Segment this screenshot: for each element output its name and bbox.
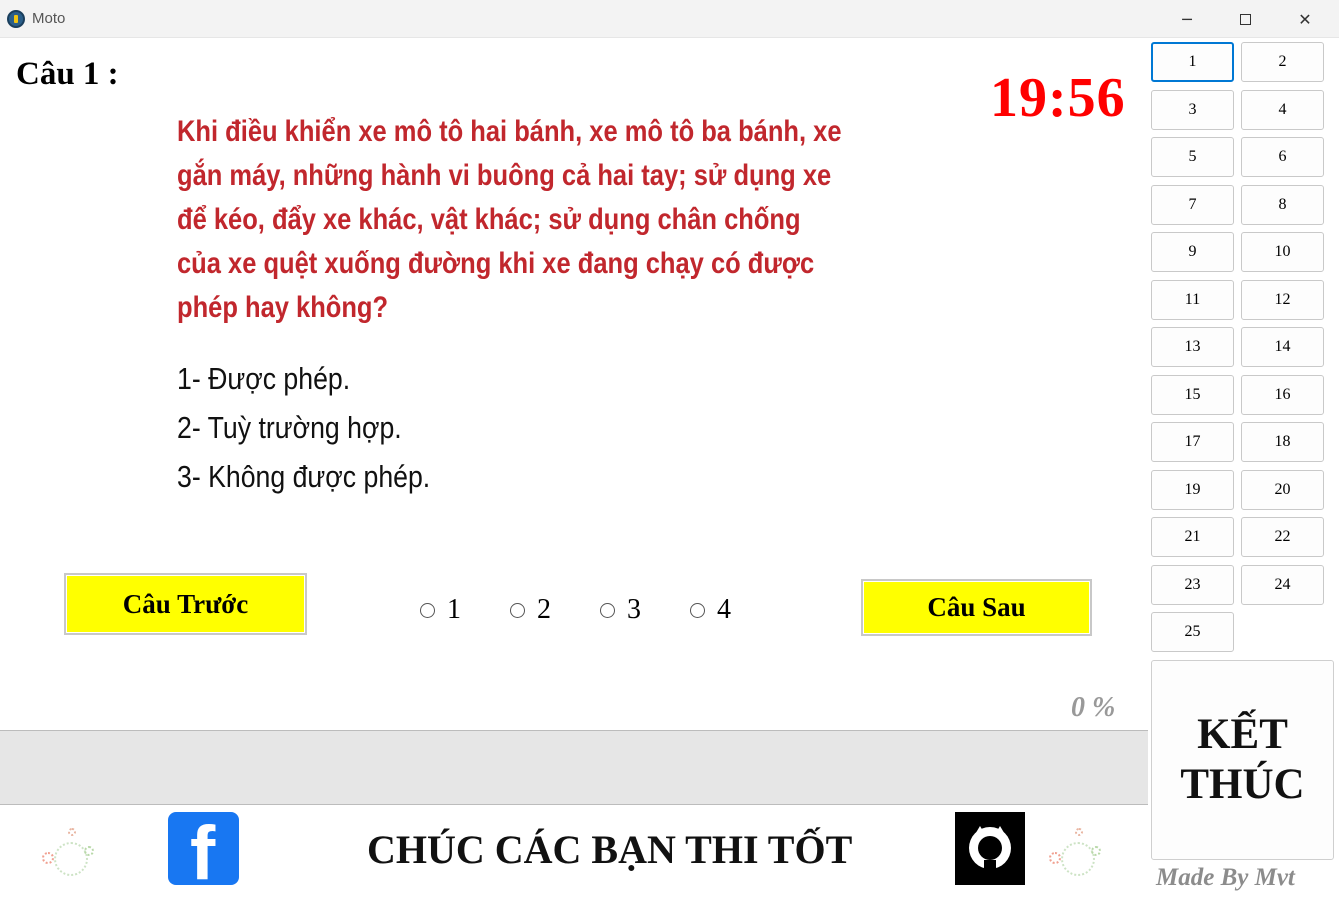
question-button-16[interactable]: 16 [1241, 374, 1324, 415]
question-text: Khi điều khiển xe mô tô hai bánh, xe mô … [177, 115, 842, 324]
option-2[interactable]: 2 [510, 594, 600, 626]
maximize-button[interactable] [1216, 0, 1274, 38]
option-label: 4 [717, 594, 731, 625]
radio-icon[interactable] [420, 602, 435, 618]
question-button-17[interactable]: 17 [1151, 422, 1234, 462]
minimize-button[interactable]: ─ [1158, 0, 1216, 38]
question-button-19[interactable]: 19 [1151, 469, 1234, 510]
answer-item: 1- Được phép. [177, 361, 351, 396]
radio-icon[interactable] [510, 602, 525, 618]
question-button-4[interactable]: 4 [1241, 89, 1324, 130]
radio-icon[interactable] [690, 602, 705, 618]
facebook-letter: f [190, 812, 216, 886]
answer-item: 3- Không được phép. [177, 459, 431, 494]
question-button-5[interactable]: 5 [1151, 137, 1234, 177]
progress-bar [0, 730, 1148, 805]
question-navigator: 1 2 3 4 5 6 7 8 9 10 11 12 13 14 15 16 17 18 19 20 21 22 23 24 2… [1151, 42, 1326, 654]
window-title: Moto [32, 10, 66, 27]
app-icon [7, 10, 25, 28]
answer-item: 2- Tuỳ trường hợp. [177, 410, 402, 445]
previous-question-button[interactable]: Câu Trước [64, 573, 307, 635]
question-button-12[interactable]: 12 [1241, 279, 1324, 320]
question-number: Câu 1 : [16, 56, 119, 92]
title-bar: Moto ─ ✕ [0, 0, 1339, 38]
fireworks-icon [40, 822, 104, 886]
fireworks-icon [1047, 822, 1111, 886]
radio-icon[interactable] [600, 602, 615, 618]
question-button-24[interactable]: 24 [1241, 564, 1324, 605]
question-button-23[interactable]: 23 [1151, 564, 1234, 605]
question-button-8[interactable]: 8 [1241, 184, 1324, 225]
countdown-timer: 19:56 [990, 67, 1126, 129]
facebook-icon[interactable]: f [168, 812, 239, 885]
footer-message: CHÚC CÁC BẠN THI TỐT [367, 827, 853, 872]
option-4[interactable]: 4 [690, 594, 780, 626]
question-button-10[interactable]: 10 [1241, 232, 1324, 272]
answer-options: 1 2 3 4 [420, 594, 780, 626]
progress-percent: 0 % [1071, 692, 1116, 723]
question-button-18[interactable]: 18 [1241, 422, 1324, 462]
question-button-2[interactable]: 2 [1241, 42, 1324, 82]
question-button-20[interactable]: 20 [1241, 469, 1324, 510]
option-label: 1 [447, 594, 461, 625]
question-button-11[interactable]: 11 [1151, 279, 1234, 320]
question-button-3[interactable]: 3 [1151, 89, 1234, 130]
answer-list: 1- Được phép. 2- Tuỳ trường hợp. 3- Khôn… [177, 354, 430, 501]
question-button-7[interactable]: 7 [1151, 184, 1234, 225]
question-button-21[interactable]: 21 [1151, 517, 1234, 557]
question-button-14[interactable]: 14 [1241, 327, 1324, 367]
finish-label-line1: KẾT [1197, 711, 1288, 758]
question-button-25[interactable]: 25 [1151, 612, 1234, 652]
minimize-icon: ─ [1182, 9, 1192, 29]
option-3[interactable]: 3 [600, 594, 690, 626]
finish-label-line2: THÚC [1180, 761, 1305, 808]
credit-text: Made By Mvt [1156, 864, 1295, 891]
question-button-13[interactable]: 13 [1151, 327, 1234, 367]
option-1[interactable]: 1 [420, 594, 510, 626]
next-question-button[interactable]: Câu Sau [861, 579, 1092, 636]
question-button-22[interactable]: 22 [1241, 517, 1324, 557]
maximize-icon [1239, 13, 1251, 25]
github-icon[interactable] [955, 812, 1025, 885]
close-button[interactable]: ✕ [1276, 0, 1334, 38]
question-button-6[interactable]: 6 [1241, 137, 1324, 177]
question-button-1[interactable]: 1 [1151, 42, 1234, 82]
option-label: 3 [627, 594, 641, 625]
close-icon: ✕ [1298, 9, 1312, 29]
question-button-9[interactable]: 9 [1151, 232, 1234, 272]
finish-button[interactable]: KẾT THÚC [1151, 660, 1334, 860]
option-label: 2 [537, 594, 551, 625]
question-button-15[interactable]: 15 [1151, 374, 1234, 415]
